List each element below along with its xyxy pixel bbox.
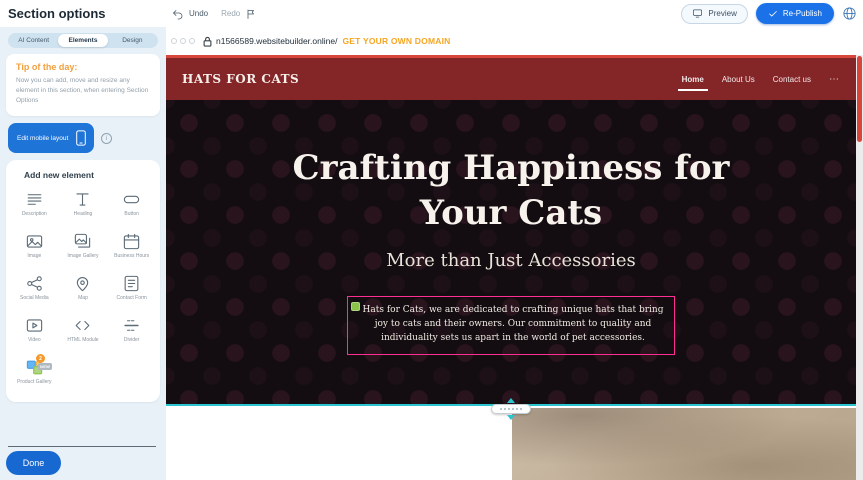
sidebar-tabs: AI Content Elements Design bbox=[8, 33, 158, 48]
add-element-business-hours[interactable]: Business Hours bbox=[107, 231, 156, 264]
code-icon bbox=[73, 315, 93, 335]
tip-title: Tip of the day: bbox=[16, 62, 150, 72]
carpet-photo bbox=[512, 408, 856, 480]
hero-section[interactable]: Crafting Happiness for Your Cats More th… bbox=[166, 100, 856, 406]
new-badge: NEW bbox=[38, 363, 52, 370]
topbar-actions: Preview Re-Publish bbox=[681, 3, 857, 24]
done-button[interactable]: Done bbox=[6, 451, 61, 475]
add-element-video[interactable]: Video bbox=[10, 315, 59, 348]
republish-button[interactable]: Re-Publish bbox=[756, 3, 834, 24]
nav-home[interactable]: Home bbox=[682, 75, 704, 84]
site-logo[interactable]: HATS FOR CATS bbox=[182, 72, 299, 86]
mobile-layout-row: Edit mobile layout i bbox=[8, 123, 166, 153]
add-element-description[interactable]: Description bbox=[10, 189, 59, 222]
monitor-icon bbox=[692, 8, 703, 19]
image-icon bbox=[24, 231, 44, 251]
site-nav: Home About Us Contact us ⋯ bbox=[682, 74, 840, 85]
get-your-own-domain-link[interactable]: GET YOUR OWN DOMAIN bbox=[342, 36, 450, 46]
nav-more-icon[interactable]: ⋯ bbox=[829, 74, 840, 85]
tab-ai-content[interactable]: AI Content bbox=[9, 34, 58, 47]
hero-paragraph-selected[interactable]: Hats for Cats, we are dedicated to craft… bbox=[347, 296, 675, 355]
add-element-panel: Add new element Description Heading Butt… bbox=[6, 160, 160, 402]
divider-icon bbox=[122, 315, 142, 335]
add-element-social-media[interactable]: Social Media bbox=[10, 273, 59, 306]
arrow-down-icon bbox=[507, 415, 515, 420]
page-scrollbar[interactable] bbox=[856, 55, 863, 480]
flag-icon[interactable] bbox=[245, 8, 257, 20]
browser-chrome: n1566589.websitebuilder.online/ GET YOUR… bbox=[166, 27, 863, 55]
hero-heading[interactable]: Crafting Happiness for Your Cats bbox=[166, 100, 856, 236]
undo-icon[interactable] bbox=[172, 8, 184, 20]
element-grid: Description Heading Button Image Image G… bbox=[10, 189, 156, 390]
page-title: Section options bbox=[8, 6, 106, 21]
scrollbar-thumb[interactable] bbox=[857, 56, 862, 142]
phone-icon bbox=[76, 130, 86, 146]
hero-subheading[interactable]: More than Just Accessories bbox=[166, 250, 856, 271]
add-element-divider[interactable]: Divider bbox=[107, 315, 156, 348]
sidebar: AI Content Elements Design Tip of the da… bbox=[0, 27, 166, 480]
arrow-up-icon bbox=[507, 398, 515, 403]
site-preview-area: n1566589.websitebuilder.online/ GET YOUR… bbox=[166, 27, 863, 480]
history-controls: Undo Redo bbox=[172, 0, 257, 27]
contact-form-icon bbox=[122, 273, 142, 293]
add-element-title: Add new element bbox=[24, 170, 156, 180]
heading-icon bbox=[73, 189, 93, 209]
nav-about-us[interactable]: About Us bbox=[722, 75, 755, 84]
tip-body: Now you can add, move and resize any ele… bbox=[16, 76, 150, 106]
map-pin-icon bbox=[73, 273, 93, 293]
drag-grip[interactable] bbox=[491, 404, 531, 414]
top-toolbar: Section options Undo Redo Preview Re-Pub… bbox=[0, 0, 863, 27]
image-gallery-icon bbox=[73, 231, 93, 251]
info-icon[interactable]: i bbox=[101, 133, 112, 144]
preview-button[interactable]: Preview bbox=[681, 4, 747, 24]
add-element-product-gallery[interactable]: 2 NEW Product Gallery bbox=[10, 357, 59, 390]
add-element-image[interactable]: Image bbox=[10, 231, 59, 264]
undo-label[interactable]: Undo bbox=[189, 9, 208, 18]
video-icon bbox=[24, 315, 44, 335]
site-header: HATS FOR CATS Home About Us Contact us ⋯ bbox=[166, 58, 856, 100]
section-resize-handle[interactable] bbox=[490, 398, 532, 424]
nav-contact-us[interactable]: Contact us bbox=[773, 75, 811, 84]
sidebar-divider bbox=[8, 446, 156, 447]
add-element-contact-form[interactable]: Contact Form bbox=[107, 273, 156, 306]
redo-label[interactable]: Redo bbox=[221, 9, 240, 18]
check-icon bbox=[768, 9, 778, 19]
add-element-map[interactable]: Map bbox=[59, 273, 108, 306]
element-marker-icon bbox=[351, 302, 360, 311]
business-hours-icon bbox=[122, 231, 142, 251]
description-icon bbox=[24, 189, 44, 209]
lock-icon bbox=[203, 36, 212, 47]
site-url: n1566589.websitebuilder.online/ bbox=[216, 36, 337, 46]
button-icon bbox=[122, 189, 142, 209]
globe-icon[interactable] bbox=[842, 6, 857, 21]
add-element-html-module[interactable]: HTML Module bbox=[59, 315, 108, 348]
edit-mobile-layout-button[interactable]: Edit mobile layout bbox=[8, 123, 94, 153]
add-element-image-gallery[interactable]: Image Gallery bbox=[59, 231, 108, 264]
add-element-heading[interactable]: Heading bbox=[59, 189, 108, 222]
window-dots-icon bbox=[171, 38, 195, 44]
app-root: Section options Undo Redo Preview Re-Pub… bbox=[0, 0, 863, 480]
tab-elements[interactable]: Elements bbox=[58, 34, 107, 47]
tab-design[interactable]: Design bbox=[108, 34, 157, 47]
website-canvas: HATS FOR CATS Home About Us Contact us ⋯… bbox=[166, 55, 856, 480]
tip-of-the-day-card: Tip of the day: Now you can add, move an… bbox=[6, 54, 160, 116]
add-element-button[interactable]: Button bbox=[107, 189, 156, 222]
social-media-icon bbox=[24, 273, 44, 293]
